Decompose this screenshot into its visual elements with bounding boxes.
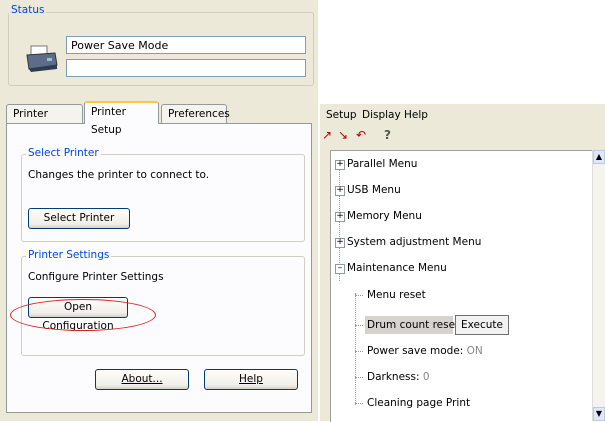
- annotation-highlight-ellipse: [10, 299, 156, 331]
- tree-item-usb-menu[interactable]: USB Menu: [347, 183, 401, 197]
- tab-panel-printer-setup: Select Printer Changes the printer to co…: [6, 123, 312, 413]
- collapse-icon[interactable]: –: [335, 264, 345, 274]
- tree-item-parallel-menu[interactable]: Parallel Menu: [347, 157, 417, 171]
- vertical-scrollbar[interactable]: ▲ ▼: [592, 150, 605, 421]
- help-button[interactable]: Help: [204, 369, 298, 390]
- darkness-value: 0: [422, 371, 430, 383]
- execute-button[interactable]: Execute: [455, 315, 509, 335]
- tab-printer-state[interactable]: Printer State: [6, 104, 83, 138]
- menu-help[interactable]: Help: [404, 104, 428, 126]
- printer-settings-title: Printer Settings: [26, 249, 112, 261]
- status-detail-field: [66, 59, 306, 77]
- printer-status-window: Status Power Save Mode Printer State Pri…: [0, 0, 318, 421]
- expand-icon[interactable]: +: [335, 186, 345, 196]
- scroll-up-icon[interactable]: ▲: [593, 150, 605, 164]
- select-printer-group: Select Printer Changes the printer to co…: [21, 147, 305, 242]
- printer-icon: [26, 45, 58, 72]
- menu-bar: Setup Display Help: [320, 104, 605, 126]
- help-icon[interactable]: ?: [384, 128, 391, 142]
- export-icon[interactable]: ↗: [322, 128, 332, 142]
- printer-settings-description: Configure Printer Settings: [28, 271, 164, 283]
- tree-item-cleaning-page-print[interactable]: Cleaning page Print: [367, 396, 470, 410]
- status-label: Status: [9, 4, 47, 16]
- scroll-down-icon[interactable]: ▼: [593, 407, 605, 421]
- toolbar: ↗ ↘ ↶ ?: [320, 126, 605, 146]
- select-printer-description: Changes the printer to connect to.: [28, 169, 210, 181]
- status-message-field: Power Save Mode: [66, 36, 306, 54]
- darkness-label: Darkness:: [367, 371, 420, 383]
- tree-item-menu-reset[interactable]: Menu reset: [367, 288, 426, 302]
- select-printer-title: Select Printer: [26, 147, 101, 159]
- import-icon[interactable]: ↘: [338, 128, 348, 142]
- status-group: Status Power Save Mode: [8, 4, 314, 86]
- expand-icon[interactable]: +: [335, 238, 345, 248]
- power-save-mode-label: Power save mode:: [367, 345, 464, 357]
- expand-icon[interactable]: +: [335, 212, 345, 222]
- configuration-tool-window: Setup Display Help ↗ ↘ ↶ ? + Parallel Me…: [320, 104, 605, 422]
- tree-item-power-save-mode[interactable]: Power save mode: ON: [367, 344, 483, 358]
- settings-tree: + Parallel Menu + USB Menu + Memory Menu…: [330, 150, 593, 422]
- select-printer-button[interactable]: Select Printer: [28, 208, 130, 229]
- tree-item-memory-menu[interactable]: Memory Menu: [347, 209, 422, 223]
- tree-item-darkness[interactable]: Darkness: 0: [367, 370, 430, 384]
- tree-item-system-adjustment-menu[interactable]: System adjustment Menu: [347, 235, 481, 249]
- about-button[interactable]: About...: [95, 369, 189, 390]
- expand-icon[interactable]: +: [335, 160, 345, 170]
- tab-printer-setup[interactable]: Printer Setup: [84, 101, 159, 136]
- menu-display[interactable]: Display: [362, 104, 401, 126]
- undo-icon[interactable]: ↶: [356, 128, 366, 142]
- menu-setup[interactable]: Setup: [326, 104, 357, 126]
- power-save-mode-value: ON: [466, 345, 483, 357]
- tab-preferences[interactable]: Preferences: [161, 104, 230, 123]
- tree-item-maintenance-menu[interactable]: Maintenance Menu: [347, 261, 447, 275]
- tree-item-drum-count-reset[interactable]: Drum count reset: [367, 318, 459, 332]
